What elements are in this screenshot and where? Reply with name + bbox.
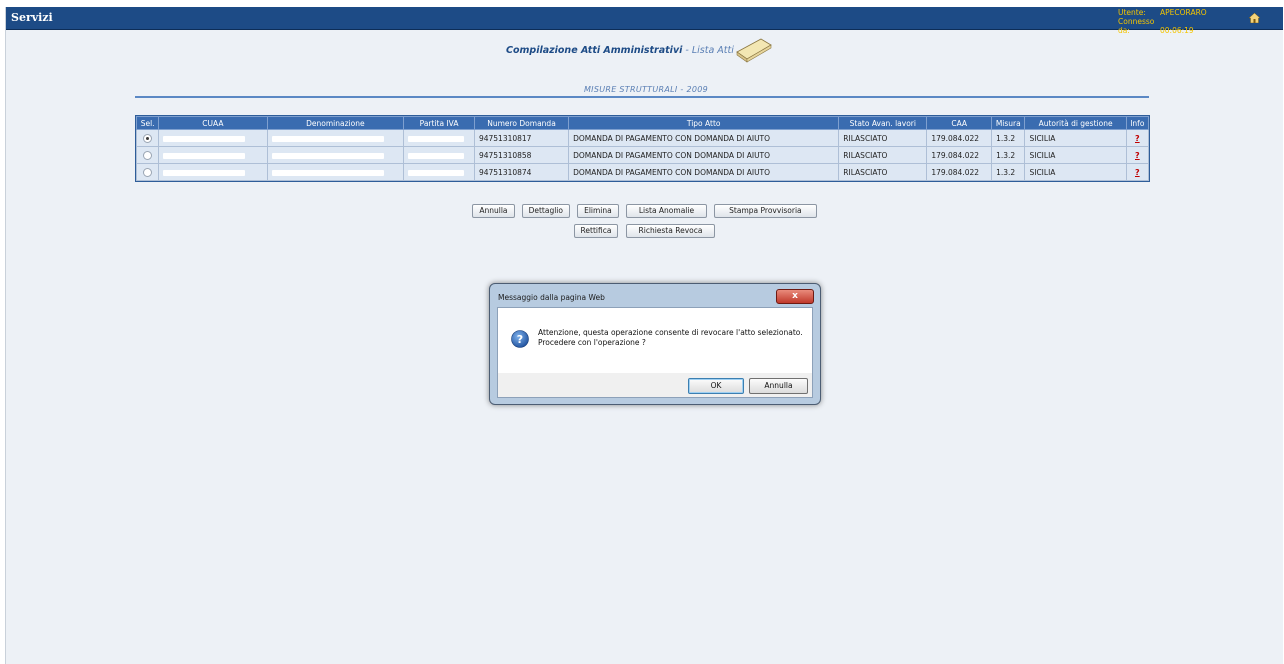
richiesta-revoca-button[interactable]: Richiesta Revoca	[625, 224, 716, 238]
table-row[interactable]: 94751310817 DOMANDA DI PAGAMENTO CON DOM…	[135, 129, 1150, 147]
col-numero-domanda: Numero Domanda	[473, 116, 570, 130]
col-sel: Sel.	[135, 116, 160, 130]
info-link[interactable]: ?	[1135, 151, 1140, 160]
redacted-partita-iva	[408, 135, 465, 142]
annulla-button[interactable]: Annulla	[472, 204, 515, 218]
cell-numero-domanda: 94751310874	[473, 163, 570, 181]
cell-misura: 1.3.2	[991, 146, 1026, 164]
cell-stato: RILASCIATO	[838, 163, 928, 181]
user-info: Utente: APECORARO Connesso da: 00:06:19	[1118, 8, 1207, 35]
dialog-message-line-2: Procedere con l'operazione ?	[538, 338, 646, 347]
page-title-main: Compilazione Atti Amministrativi	[506, 45, 683, 56]
book-icon	[736, 38, 772, 63]
row-select-radio[interactable]	[143, 150, 153, 160]
close-icon[interactable]: x	[776, 289, 814, 304]
rettifica-button[interactable]: Rettifica	[573, 224, 619, 238]
user-label: Utente:	[1118, 8, 1146, 17]
ok-button[interactable]: OK	[688, 378, 744, 394]
header-divider	[135, 96, 1149, 98]
stampa-provvisoria-button[interactable]: Stampa Provvisoria	[714, 204, 817, 218]
app-title[interactable]: Servizi	[11, 11, 53, 24]
cell-caa: 179.084.022	[926, 163, 993, 181]
dialog-cancel-button[interactable]: Annulla	[749, 378, 808, 394]
acts-table: Sel. CUAA Denominazione Partita IVA Nume…	[135, 115, 1150, 182]
table-header-row: Sel. CUAA Denominazione Partita IVA Nume…	[135, 116, 1150, 130]
cell-tipo-atto: DOMANDA DI PAGAMENTO CON DOMANDA DI AIUT…	[568, 146, 840, 164]
row-select-radio[interactable]	[143, 133, 153, 143]
connected-label: Connesso da:	[1118, 17, 1155, 35]
confirm-dialog: Messaggio dalla pagina Web x ? Attenzion…	[489, 283, 821, 405]
row-select-radio[interactable]	[143, 167, 153, 177]
cell-caa: 179.084.022	[926, 129, 993, 147]
cell-numero-domanda: 94751310817	[473, 129, 570, 147]
page-title-sep: -	[682, 45, 692, 56]
lista-anomalie-button[interactable]: Lista Anomalie	[625, 204, 708, 218]
cell-caa: 179.084.022	[926, 146, 993, 164]
info-link[interactable]: ?	[1135, 134, 1140, 143]
dialog-body: ? Attenzione, questa operazione consente…	[497, 307, 813, 375]
dialog-message: Attenzione, questa operazione consente d…	[538, 328, 803, 348]
col-stato: Stato Avan. lavori	[838, 116, 928, 130]
cell-numero-domanda: 94751310858	[473, 146, 570, 164]
redacted-cuaa	[163, 152, 246, 159]
top-bar: Servizi Utente: APECORARO Connesso da: 00:…	[6, 7, 1283, 35]
cell-misura: 1.3.2	[991, 129, 1026, 147]
col-caa: CAA	[926, 116, 993, 130]
table-row[interactable]: 94751310874 DOMANDA DI PAGAMENTO CON DOM…	[135, 163, 1150, 181]
cell-tipo-atto: DOMANDA DI PAGAMENTO CON DOMANDA DI AIUT…	[568, 129, 840, 147]
info-link[interactable]: ?	[1135, 168, 1140, 177]
page-frame: Servizi Utente: APECORARO Connesso da: 00:…	[5, 7, 1283, 664]
dialog-footer: OK Annulla	[497, 373, 813, 398]
redacted-denominazione	[271, 135, 384, 142]
col-info: Info	[1125, 116, 1150, 130]
home-icon[interactable]	[1249, 13, 1260, 23]
dettaglio-button[interactable]: Dettaglio	[521, 204, 570, 218]
cell-autorita: SICILIA	[1024, 129, 1127, 147]
action-buttons-row-1: Annulla Dettaglio Elimina Lista Anomalie…	[6, 198, 1283, 218]
cell-autorita: SICILIA	[1024, 163, 1127, 181]
cell-autorita: SICILIA	[1024, 146, 1127, 164]
col-partita-iva: Partita IVA	[403, 116, 475, 130]
col-tipo-atto: Tipo Atto	[568, 116, 840, 130]
dialog-title: Messaggio dalla pagina Web	[498, 293, 605, 302]
cell-stato: RILASCIATO	[838, 146, 928, 164]
page-title: Compilazione Atti Amministrativi - Lista…	[506, 45, 734, 56]
redacted-cuaa	[163, 135, 246, 142]
table-row[interactable]: 94751310858 DOMANDA DI PAGAMENTO CON DOM…	[135, 146, 1150, 164]
dialog-message-line-1: Attenzione, questa operazione consente d…	[538, 328, 803, 337]
elimina-button[interactable]: Elimina	[577, 204, 619, 218]
page-subtitle: MISURE STRUTTURALI - 2009	[583, 85, 709, 94]
connected-value: 00:06:19	[1160, 26, 1194, 35]
cell-misura: 1.3.2	[991, 163, 1026, 181]
question-icon: ?	[511, 330, 529, 348]
redacted-denominazione	[271, 152, 384, 159]
cell-tipo-atto: DOMANDA DI PAGAMENTO CON DOMANDA DI AIUT…	[568, 163, 840, 181]
page-title-sub: Lista Atti	[691, 45, 734, 56]
col-misura: Misura	[991, 116, 1026, 130]
col-cuaa: CUAA	[158, 116, 268, 130]
col-autorita: Autorità di gestione	[1024, 116, 1127, 130]
redacted-partita-iva	[408, 152, 465, 159]
user-value: APECORARO	[1160, 8, 1207, 17]
redacted-partita-iva	[408, 169, 465, 176]
redacted-cuaa	[163, 169, 246, 176]
cell-stato: RILASCIATO	[838, 129, 928, 147]
svg-text:?: ?	[517, 333, 523, 346]
col-denominazione: Denominazione	[266, 116, 405, 130]
action-buttons-row-2: Rettifica Richiesta Revoca	[6, 218, 1283, 238]
redacted-denominazione	[271, 169, 384, 176]
